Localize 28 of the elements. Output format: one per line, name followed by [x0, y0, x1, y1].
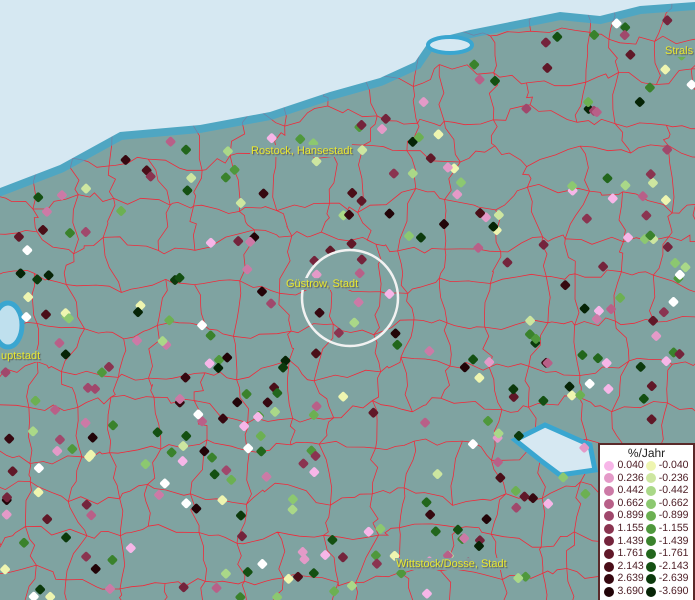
legend-value: 0.236	[617, 472, 644, 484]
legend-value: -0.040	[658, 460, 689, 472]
legend-value: -2.639	[658, 573, 689, 585]
legend-value: -0.236	[658, 472, 689, 484]
legend-value: -2.143	[658, 560, 689, 572]
legend-value: 0.899	[617, 510, 644, 522]
legend-value: 0.040	[617, 460, 644, 472]
legend-value: -0.442	[658, 485, 689, 497]
place-label: Strals	[664, 45, 694, 57]
legend-value: 3.690	[617, 586, 644, 598]
legend-value: 2.143	[617, 560, 644, 572]
legend-value: -1.439	[658, 536, 689, 548]
legend-value: -3.690	[658, 586, 689, 598]
legend-value: 1.439	[617, 536, 644, 548]
legend-value: -1.155	[658, 522, 689, 535]
legend-value: 1.155	[617, 522, 644, 535]
legend-value: 0.662	[617, 498, 644, 510]
place-label: Rostock, Hansestadt	[250, 145, 354, 157]
legend-value: -1.761	[658, 548, 689, 560]
legend-value: 0.442	[617, 485, 644, 497]
place-label: Güstrow, Stadt	[285, 278, 360, 290]
place-label: Wittstock/Dosse, Stadt	[395, 558, 508, 570]
legend-value: 2.639	[617, 573, 644, 585]
legend-value: 1.761	[617, 548, 644, 560]
legend-value: -0.899	[658, 510, 689, 522]
legend-title: %/Jahr	[628, 446, 666, 460]
place-label: uptstadt	[0, 350, 42, 362]
legend-value: -0.662	[658, 498, 689, 510]
